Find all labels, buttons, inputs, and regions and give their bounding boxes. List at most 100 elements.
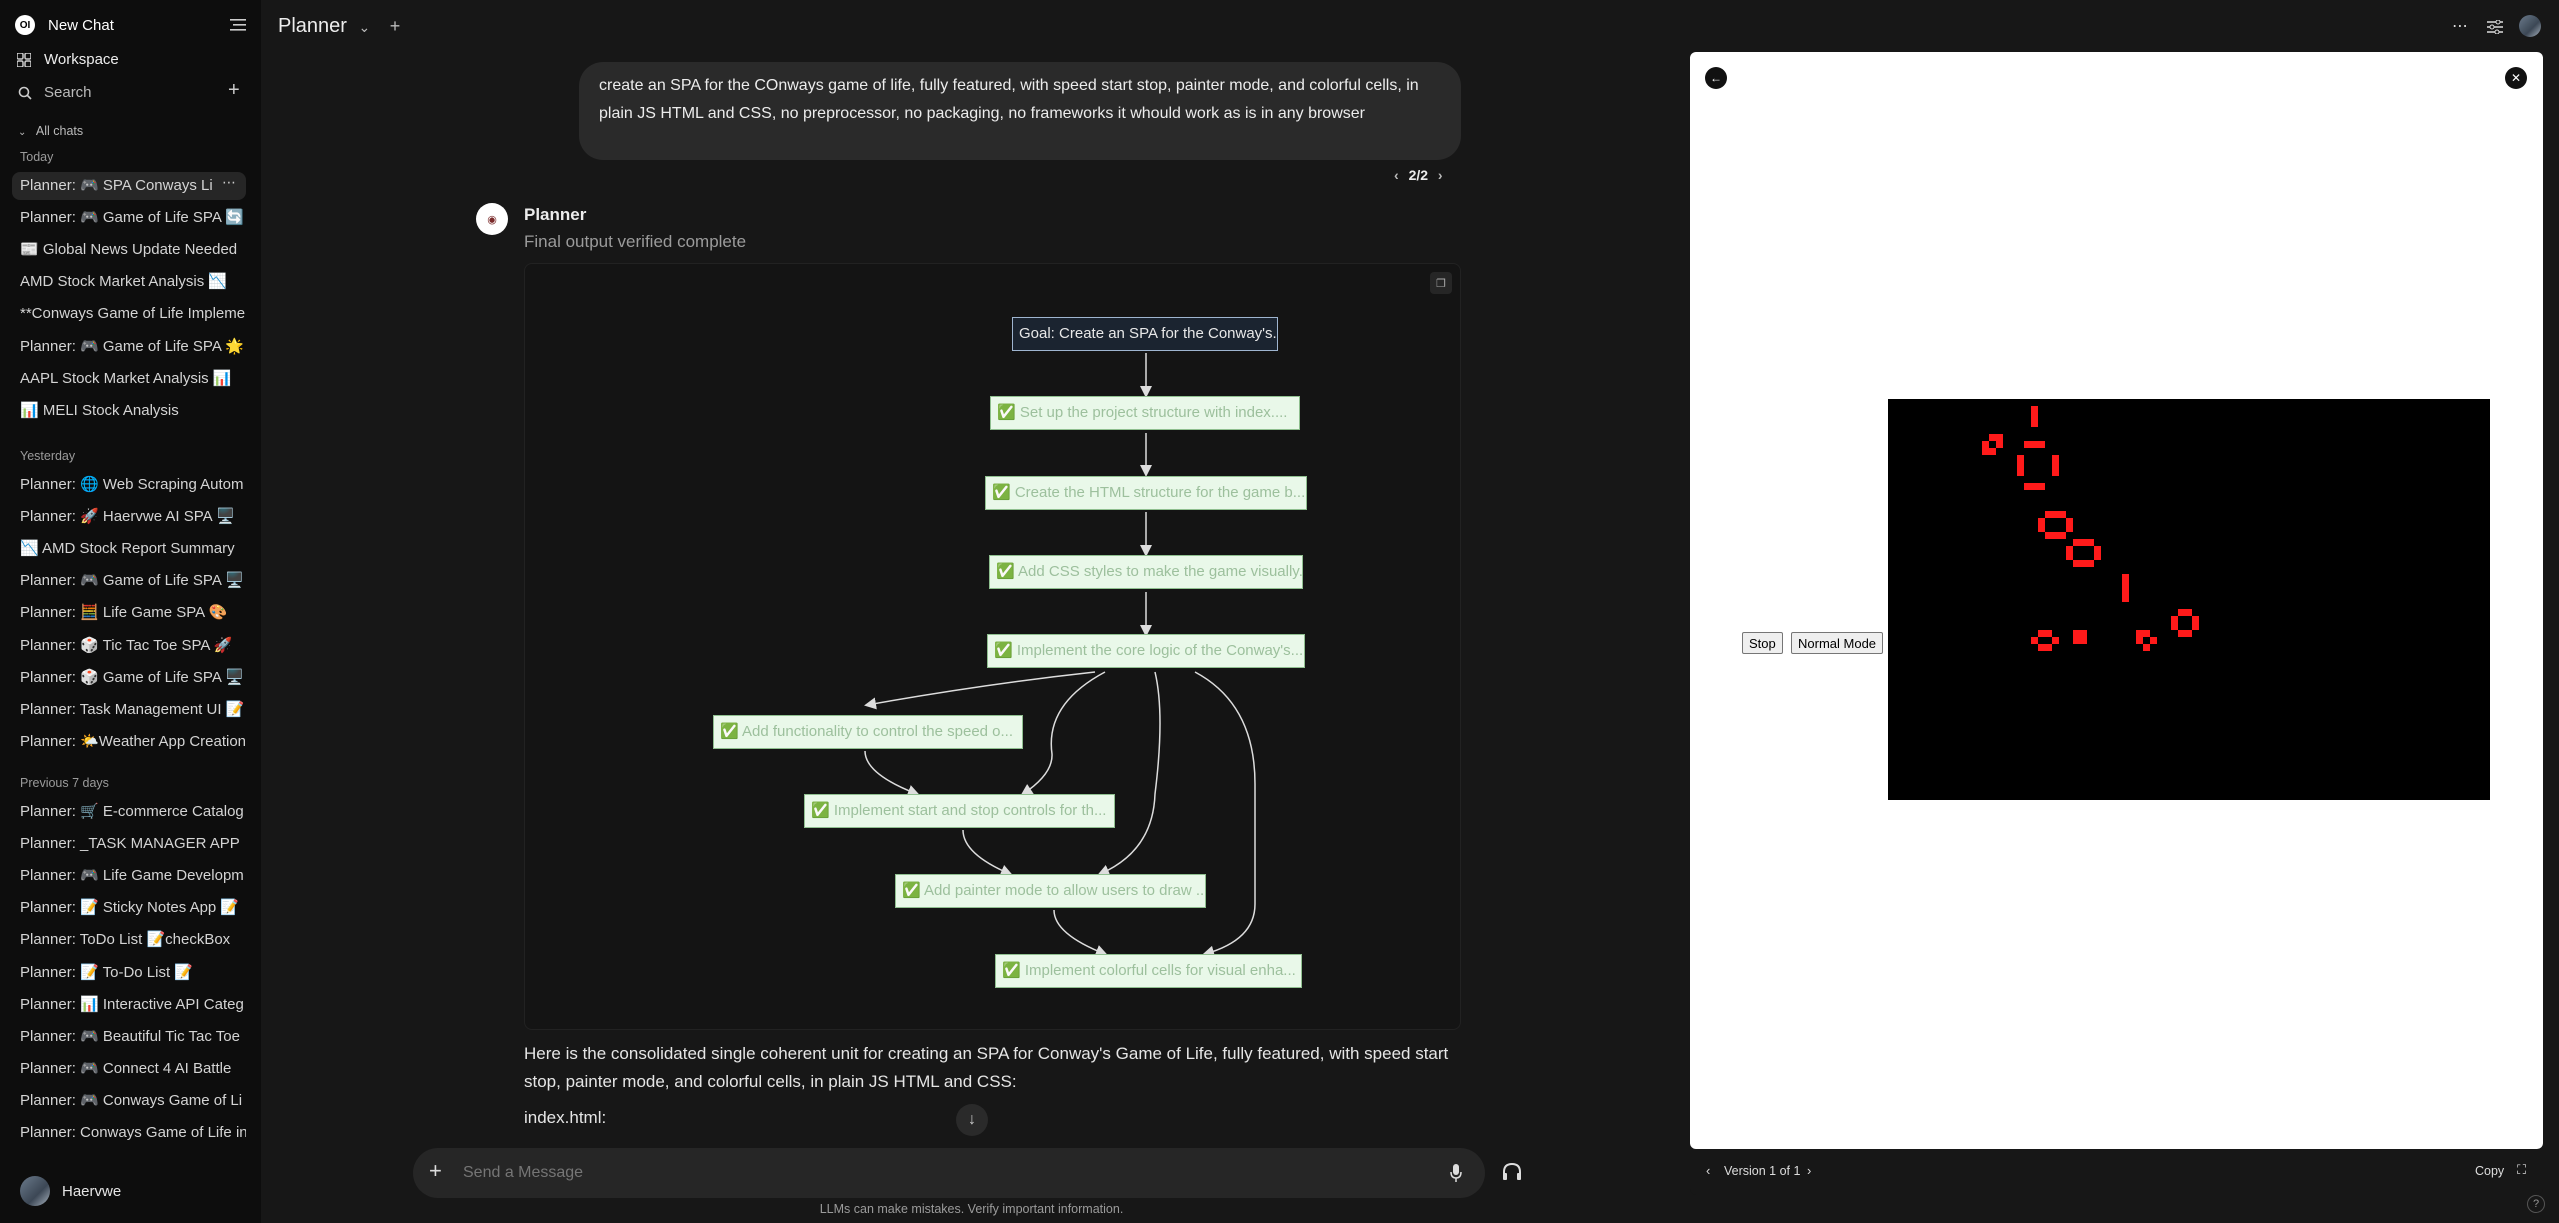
model-selector[interactable]: Planner ⌄ + [278, 15, 400, 38]
chat-list-item[interactable]: Planner: 🧮 Life Game SPA 🎨 [12, 599, 246, 627]
chat-list-item[interactable]: Planner: 🎮 Game of Life SPA 🌟 [12, 333, 246, 361]
game-cell [2080, 539, 2087, 546]
response-version-nav[interactable]: ‹ 2/2 › [1394, 167, 1443, 183]
chevron-right-icon[interactable]: › [1438, 167, 1443, 183]
chat-list-item[interactable]: Planner: Task Management UI 📝 [12, 696, 246, 724]
chat-options-icon[interactable]: ⋯ [222, 174, 236, 191]
stop-button[interactable]: Stop [1742, 632, 1783, 654]
chat-list-item[interactable]: 📊 MELI Stock Analysis [12, 397, 246, 425]
chat-list-item[interactable]: Planner: 🎮 Game of Life SPA 🖥️ [12, 567, 246, 595]
chat-list-item[interactable]: **Conways Game of Life Impleme [12, 300, 246, 328]
game-cell [2073, 560, 2080, 567]
chat-list-item[interactable]: Planner: 🎮 Connect 4 AI Battle [12, 1055, 246, 1083]
game-cell [2171, 616, 2178, 623]
assistant-status: Final output verified complete [524, 232, 747, 251]
game-cell [2038, 525, 2045, 532]
game-cell [2052, 532, 2059, 539]
controls-sliders-icon[interactable] [2487, 20, 2503, 34]
game-cell [2080, 630, 2087, 637]
game-cell [2038, 644, 2045, 651]
game-cell [2066, 553, 2073, 560]
chat-list-item[interactable]: Planner: 🎲 Game of Life SPA 🖥️ [12, 664, 246, 692]
chat-list-item[interactable]: AMD Stock Market Analysis 📉 [12, 268, 246, 296]
chat-list-item[interactable]: 📉 AMD Stock Report Summary [12, 535, 246, 563]
game-cell [2066, 525, 2073, 532]
chat-list-item[interactable]: Planner: 🌤️Weather App Creation [12, 728, 246, 756]
game-cell [2066, 546, 2073, 553]
chat-group-label: Today [20, 150, 54, 164]
search-row[interactable]: Search + [0, 79, 261, 107]
answer-file-label: index.html: [524, 1108, 607, 1127]
game-cell [1996, 441, 2003, 448]
chat-list-item[interactable]: Planner: Conways Game of Life in [12, 1119, 246, 1147]
game-cell [2052, 637, 2059, 644]
disclaimer: LLMs can make mistakes. Verify important… [819, 1202, 1124, 1216]
chat-list-item[interactable]: Planner: 📝 To-Do List 📝 [12, 959, 246, 987]
message-input[interactable] [463, 1148, 1363, 1198]
game-cell [2143, 644, 2150, 651]
flow-step-node: ✅ Implement start and stop controls for … [804, 794, 1115, 828]
chat-group-label: Yesterday [20, 449, 76, 463]
chat-list-item[interactable]: 📰 Global News Update Needed [12, 236, 246, 264]
artifact-footer: ‹ Version 1 of 1 › Copy ⛶ [1690, 1149, 2543, 1195]
flow-step-node: ✅ Set up the project structure with inde… [990, 396, 1300, 430]
chat-list-item[interactable]: Planner: 🎮 Beautiful Tic Tac Toe [12, 1023, 246, 1051]
game-cell [2185, 609, 2192, 616]
new-chat-label[interactable]: New Chat [48, 17, 114, 34]
profile-avatar[interactable] [2519, 15, 2541, 37]
game-cell [2136, 630, 2143, 637]
search-input[interactable]: Search [44, 84, 92, 101]
copy-button[interactable]: Copy [2475, 1164, 2504, 1178]
chat-list-item[interactable]: Planner: 📊 Interactive API Categ [12, 991, 246, 1019]
game-cell [1996, 434, 2003, 441]
flow-step-node: ✅ Add CSS styles to make the game visual… [989, 555, 1303, 589]
game-cell [2031, 420, 2038, 427]
chat-list-item[interactable]: Planner: 🎮 Conways Game of Li [12, 1087, 246, 1115]
game-cell [2017, 462, 2024, 469]
search-icon [18, 86, 32, 100]
all-chats-label: All chats [35, 124, 84, 138]
user-message: create an SPA for the COnways game of li… [579, 62, 1461, 160]
all-chats-toggle[interactable]: ⌄ All chats [18, 124, 83, 138]
more-options-icon[interactable]: ⋯ [2452, 16, 2468, 36]
chat-list-item[interactable]: Planner: ToDo List 📝checkBox [12, 926, 246, 954]
chat-list-item[interactable]: Planner: 🎮 Game of Life SPA 🔄 [12, 204, 246, 232]
flow-step-node: ✅ Implement the core logic of the Conway… [987, 634, 1305, 668]
game-cell [2080, 637, 2087, 644]
chat-list-item[interactable]: AAPL Stock Market Analysis 📊 [12, 365, 246, 393]
chevron-left-icon[interactable]: ‹ [1706, 1163, 1710, 1178]
chat-list-item[interactable]: Planner: 📝 Sticky Notes App 📝 [12, 894, 246, 922]
microphone-icon[interactable] [1450, 1164, 1462, 1182]
game-cell [2073, 539, 2080, 546]
new-chat-row[interactable]: OI New Chat [0, 12, 261, 42]
game-cell [2031, 406, 2038, 413]
game-cell [2031, 483, 2038, 490]
game-board[interactable] [1888, 399, 2490, 800]
chat-list-item[interactable]: Planner: 🚀 Haervwe AI SPA 🖥️ [12, 503, 246, 531]
chat-list-item[interactable]: Planner: 🎮 SPA Conways Li [12, 172, 246, 200]
chat-list-item[interactable]: Planner: _TASK MANAGER APP 📱 [12, 830, 246, 858]
chevron-right-icon[interactable]: › [1807, 1163, 1811, 1178]
chevron-left-icon[interactable]: ‹ [1394, 167, 1399, 183]
headphones-icon[interactable] [1502, 1163, 1522, 1181]
chat-list-item[interactable]: Planner: 🌐 Web Scraping Autom [12, 471, 246, 499]
workspace-label: Workspace [44, 51, 119, 68]
back-arrow-icon[interactable]: ← [1705, 67, 1727, 89]
add-model-plus-icon[interactable]: + [390, 16, 401, 36]
chat-list-item[interactable]: Planner: 🎮 Life Game Developm [12, 862, 246, 890]
sidebar: OI New Chat Workspace Search + ⌄ All cha… [0, 0, 261, 1223]
workspace-link[interactable]: Workspace [0, 46, 261, 74]
fullscreen-icon[interactable]: ⛶ [2517, 1162, 2526, 1178]
chat-list-item[interactable]: Planner: 🎲 Tic Tac Toe SPA 🚀 [12, 632, 246, 660]
close-icon[interactable]: ✕ [2505, 67, 2527, 89]
scroll-down-arrow-icon[interactable]: ↓ [956, 1104, 988, 1136]
sidebar-toggle-icon[interactable] [230, 18, 246, 32]
game-cell [2073, 637, 2080, 644]
game-cell [2178, 630, 2185, 637]
attach-plus-icon[interactable]: + [429, 1158, 442, 1184]
help-icon[interactable]: ? [2527, 1195, 2545, 1213]
new-folder-plus-icon[interactable]: + [228, 79, 240, 102]
flow-step-node: ✅ Implement colorful cells for visual en… [995, 954, 1302, 988]
mode-toggle-button[interactable]: Normal Mode [1791, 632, 1884, 654]
chat-list-item[interactable]: Planner: 🛒 E-commerce Catalog [12, 798, 246, 826]
